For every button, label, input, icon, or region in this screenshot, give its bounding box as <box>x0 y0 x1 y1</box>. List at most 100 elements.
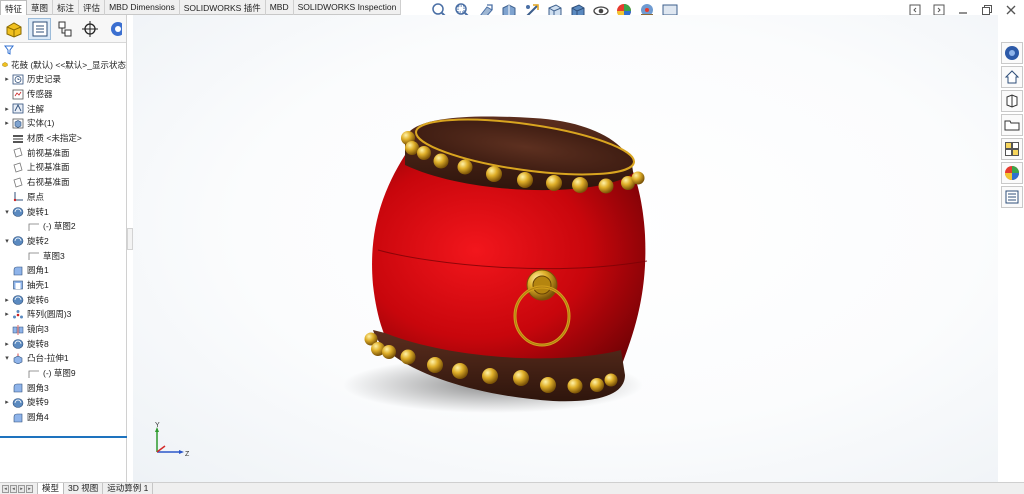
tree-item[interactable]: 右视基准面 <box>0 175 126 190</box>
annotation-icon <box>12 103 24 114</box>
command-tab[interactable]: 草图 <box>27 0 54 15</box>
drum-model[interactable] <box>133 15 998 482</box>
tree-item-label: 圆角4 <box>27 412 49 423</box>
sketch-icon <box>28 370 39 378</box>
last-tab-icon[interactable]: ▸ <box>26 484 33 493</box>
tree-item[interactable]: 圆角4 <box>0 410 126 425</box>
tree-item[interactable]: 圆角1 <box>0 263 126 278</box>
tree-item[interactable]: 上视基准面 <box>0 160 126 175</box>
tree-item[interactable]: (-) 草图9 <box>0 366 126 381</box>
tree-item[interactable]: ▾ 旋转2 <box>0 234 126 249</box>
rollback-bar[interactable] <box>0 436 127 438</box>
prev-tab-icon[interactable]: ◂ <box>10 484 17 493</box>
expand-arrow-icon[interactable]: ▸ <box>2 310 12 318</box>
tree-item-label: 右视基准面 <box>27 177 70 188</box>
expand-arrow-icon[interactable]: ▾ <box>2 237 12 245</box>
expand-arrow-icon[interactable]: ▾ <box>2 354 12 362</box>
tab-feature-manager[interactable] <box>3 18 26 40</box>
command-tab[interactable]: MBD Dimensions <box>105 0 180 15</box>
model-tabs: 模型 3D 视图 运动算例 1 <box>37 482 154 494</box>
command-tab[interactable]: SOLIDWORKS 插件 <box>180 0 266 15</box>
tree-item[interactable]: ▸ 阵列(圆周)3 <box>0 307 126 322</box>
bottom-tab[interactable]: 运动算例 1 <box>103 482 154 494</box>
tab-property-manager[interactable] <box>27 17 52 40</box>
expand-arrow-icon[interactable]: ▸ <box>2 75 12 83</box>
fillet-icon <box>13 413 23 422</box>
tree-item[interactable]: (-) 草图2 <box>0 219 126 234</box>
tree-item[interactable]: 前视基准面 <box>0 145 126 160</box>
panel-collapse-handle[interactable] <box>127 228 133 250</box>
tree-item[interactable]: 抽壳1 <box>0 278 126 293</box>
command-tab[interactable]: 标注 <box>53 0 80 15</box>
expand-arrow-icon[interactable]: ▸ <box>2 105 12 113</box>
tree-item[interactable]: ▸ 注解 <box>0 101 126 116</box>
command-manager-tabs: 特征 草图 标注 评估 MBD Dimensions SOLIDWORKS 插件 MBD SO… <box>0 0 402 15</box>
appearances-scenes-icon[interactable] <box>1001 162 1023 184</box>
tree-item[interactable]: 镜向3 <box>0 322 126 337</box>
tree-root-label: 花鼓 (默认) <<默认>_显示状态 <box>10 59 126 70</box>
material-icon <box>13 134 23 143</box>
tree-item-label: 传感器 <box>27 89 53 100</box>
expand-arrow-icon[interactable]: ▸ <box>2 340 12 348</box>
expand-arrow-icon[interactable]: ▸ <box>2 296 12 304</box>
tree-item-label: 阵列(圆周)3 <box>27 309 72 320</box>
tree-item[interactable]: ▸ 实体(1) <box>0 116 126 131</box>
filter-icon[interactable] <box>4 45 14 55</box>
command-tab[interactable]: SOLIDWORKS Inspection <box>294 0 402 15</box>
tree-item-label: 注解 <box>27 103 45 114</box>
tree-item[interactable]: 圆角3 <box>0 380 126 395</box>
command-tab[interactable]: 评估 <box>79 0 106 15</box>
command-tab[interactable]: 特征 <box>0 0 28 15</box>
solidworks-resources-icon[interactable] <box>1001 42 1023 64</box>
tree-item-label: 圆角3 <box>27 382 49 393</box>
tree-item[interactable]: 原点 <box>0 190 126 205</box>
bottom-tab[interactable]: 3D 视图 <box>64 482 104 494</box>
tree-item[interactable]: ▸ 历史记录 <box>0 72 126 87</box>
close-icon[interactable] <box>1004 3 1018 17</box>
view-palette-icon[interactable] <box>1001 138 1023 160</box>
tree-item-label: 实体(1) <box>27 118 55 129</box>
tab-display-manager[interactable] <box>103 18 126 40</box>
expand-arrow-icon[interactable]: ▸ <box>2 119 12 127</box>
home-icon[interactable] <box>1001 66 1023 88</box>
tree-item-label: 旋转6 <box>27 294 49 305</box>
expand-arrow-icon[interactable]: ▸ <box>2 398 12 406</box>
triad-z-label: Z <box>185 451 190 458</box>
tree-item[interactable]: ▸ 旋转8 <box>0 336 126 351</box>
graphics-area[interactable]: Y Z <box>133 15 998 482</box>
design-library-icon[interactable] <box>1001 90 1023 112</box>
command-tab[interactable]: MBD <box>266 0 294 15</box>
first-tab-icon[interactable]: ◂ <box>2 484 9 493</box>
tree-filter[interactable] <box>0 43 126 57</box>
tree-item-label: 上视基准面 <box>27 162 70 173</box>
tree-item[interactable]: ▸ 旋转9 <box>0 395 126 410</box>
tab-dimxpert-manager[interactable] <box>78 18 101 40</box>
tree-item[interactable]: 草图3 <box>0 248 126 263</box>
tree-item[interactable]: ▾ 旋转1 <box>0 204 126 219</box>
tree-root[interactable]: 花鼓 (默认) <<默认>_显示状态 <box>0 57 126 72</box>
tree-item-label: 旋转8 <box>27 338 49 349</box>
shell-icon <box>13 281 23 290</box>
tree-item[interactable]: ▾ 凸台-拉伸1 <box>0 351 126 366</box>
mirror-icon <box>12 324 24 335</box>
file-explorer-icon[interactable] <box>1001 114 1023 136</box>
revolve-icon <box>12 207 24 217</box>
expand-arrow-icon[interactable]: ▾ <box>2 208 12 216</box>
revolve-icon <box>12 236 24 247</box>
tab-configuration-manager[interactable] <box>53 18 76 40</box>
fillet-icon <box>13 383 23 393</box>
origin-icon <box>13 192 23 202</box>
bottom-tab-bar: ◂ ◂ ▸ ▸ 模型 3D 视图 运动算例 1 <box>0 482 1024 494</box>
next-tab-icon[interactable]: ▸ <box>18 484 25 493</box>
tree-item[interactable]: 传感器 <box>0 87 126 102</box>
tree-item-label: 圆角1 <box>27 265 49 276</box>
tree-item-label: 草图3 <box>43 250 65 261</box>
revolve-icon <box>12 295 24 305</box>
tree-item-label: 旋转9 <box>27 397 49 408</box>
custom-properties-icon[interactable] <box>1001 186 1023 208</box>
tree-item[interactable]: ▸ 旋转6 <box>0 292 126 307</box>
tree-item[interactable]: 材质 <未指定> <box>0 131 126 146</box>
tree-item-label: 抽壳1 <box>27 279 49 290</box>
tree-item-label: 材质 <未指定> <box>27 133 82 144</box>
bottom-tab[interactable]: 模型 <box>37 482 65 494</box>
